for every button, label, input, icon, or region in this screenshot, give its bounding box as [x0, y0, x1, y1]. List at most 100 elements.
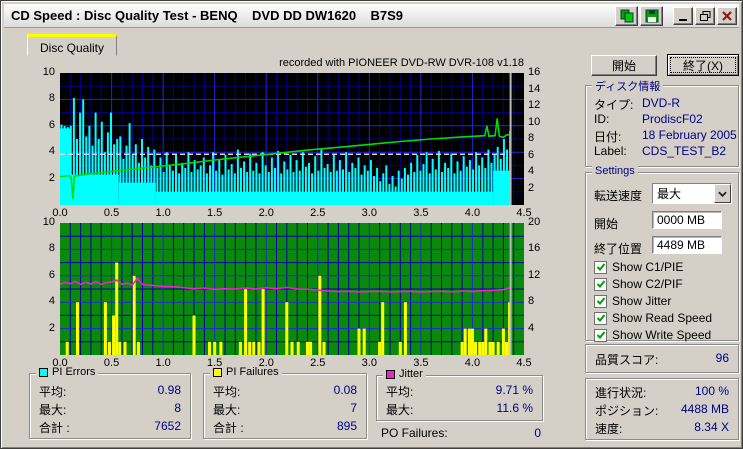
chart-recorded-with-label: recorded with PIONEER DVD-RW DVR-108 v1.… — [279, 57, 524, 69]
pi-failures-jitter-chart — [59, 223, 524, 355]
checkbox-checked-icon — [594, 294, 607, 308]
pi-errors-chart — [59, 73, 524, 205]
axis-tick-label: 6 — [48, 268, 55, 281]
copy-icon[interactable] — [615, 6, 638, 26]
restore-icon — [699, 11, 710, 21]
axis-tick-label: 2 — [48, 171, 55, 184]
save-icon[interactable] — [640, 6, 663, 26]
axis-tick-label: 10 — [42, 216, 55, 228]
axis-tick-label: 4.5 — [516, 357, 532, 369]
axis-tick-label: 1.0 — [155, 207, 171, 219]
close-icon — [722, 11, 732, 21]
start-position-field[interactable]: 0000 MB — [652, 211, 722, 229]
checkbox-show-read-speed[interactable]: Show Read Speed — [594, 311, 712, 325]
speed-row: 速度: 8.34 X — [595, 420, 729, 436]
axis-tick-label: 0.0 — [52, 357, 68, 369]
save-icon — [645, 9, 658, 23]
pi-failures-jitter-chart-svg — [59, 223, 524, 355]
checkbox-checked-icon — [594, 311, 607, 325]
axis-tick-label: 16 — [528, 242, 541, 255]
copy-icon — [620, 9, 633, 23]
axis-tick-label: 6 — [48, 118, 55, 131]
disc-label-label: Label: — [594, 144, 627, 158]
end-position-label: 終了位置 — [594, 242, 643, 256]
checkbox-show-c2-pif[interactable]: Show C2/PIF — [594, 277, 683, 291]
window-title: CD Speed : Disc Quality Test - BENQ DVD … — [11, 8, 404, 23]
axis-tick-label: 1.0 — [155, 357, 171, 369]
jitter-avg-row: 平均: 9.71 % — [386, 383, 533, 399]
exit-button[interactable]: 終了(X) — [667, 54, 739, 76]
start-button[interactable]: 開始 — [591, 55, 657, 76]
axis-tick-label: 2.5 — [310, 357, 326, 369]
checkbox-show-jitter[interactable]: Show Jitter — [594, 294, 671, 308]
disc-info-title: ディスク情報 — [592, 78, 664, 94]
checkbox-checked-icon — [594, 328, 607, 342]
minimize-icon — [679, 19, 687, 21]
axis-tick-label: 4.0 — [464, 207, 481, 219]
pi-errors-avg-row: 平均: 0.98 — [39, 383, 181, 399]
axis-tick-label: 8 — [528, 295, 535, 308]
maximize-button[interactable] — [695, 7, 715, 25]
pi-errors-max-row: 最大: 8 — [39, 401, 181, 417]
jitter-max-row: 最大: 11.6 % — [386, 401, 533, 417]
po-failures-row: PO Failures: 0 — [381, 426, 541, 440]
axis-tick-label: 3.0 — [361, 207, 377, 219]
axis-tick-label: 8 — [48, 242, 55, 255]
start-position-label: 開始 — [594, 217, 619, 231]
axis-tick-label: 10 — [528, 115, 541, 128]
title-bar: CD Speed : Disc Quality Test - BENQ DVD … — [4, 4, 739, 28]
pi-failures-avg-row: 平均: 0.08 — [213, 383, 357, 399]
pi-errors-total-row: 合計 :7652 — [39, 419, 181, 435]
axis-tick-label: 4 — [528, 165, 535, 177]
axis-tick-label: 6 — [528, 148, 535, 161]
pi-failures-statbox: PI Failures 平均: 0.08 最大: 7 合計 :895 — [203, 366, 367, 439]
disc-date-label: 日付: — [594, 130, 622, 144]
axis-tick-label: 2.0 — [258, 207, 274, 219]
axis-tick-label: 3.5 — [413, 357, 429, 369]
disc-label-value: CDS_TEST_B2 — [642, 144, 727, 158]
axis-tick-label: 4 — [48, 145, 55, 158]
axis-tick-label: 3.5 — [413, 207, 429, 219]
chevron-down-icon — [714, 184, 731, 203]
checkbox-show-c1-pie[interactable]: Show C1/PIE — [594, 260, 683, 274]
disc-info-group: ディスク情報 タイプ: DVD-R ID: ProdiscF02 日付: 18 … — [585, 78, 739, 167]
quality-score-label: 品質スコア: — [595, 353, 659, 367]
minimize-button[interactable] — [673, 7, 693, 25]
titlebar-buttons — [613, 6, 737, 26]
transfer-speed-select[interactable]: 最大 — [652, 183, 732, 204]
checkbox-checked-icon — [594, 277, 607, 291]
settings-title: Settings — [592, 165, 638, 177]
jitter-statbox: Jitter 平均: 9.71 % 最大: 11.6 % — [376, 368, 543, 421]
pi-errors-chart-svg — [59, 73, 524, 205]
axis-tick-label: 12 — [528, 268, 541, 281]
axis-tick-label: 8 — [528, 132, 535, 144]
settings-group: Settings 転送速度 最大 開始 0000 MB 終了位置 4489 MB… — [585, 165, 739, 342]
axis-tick-label: 3.0 — [361, 357, 377, 369]
axis-tick-label: 20 — [528, 216, 541, 228]
checkbox-checked-icon — [594, 260, 607, 274]
quality-score-box: 品質スコア: 96 — [585, 344, 739, 373]
pi-failures-total-row: 合計 :895 — [213, 419, 357, 435]
transfer-speed-value: 最大 — [657, 187, 682, 201]
axis-tick-label: 12 — [528, 99, 541, 111]
axis-tick-label: 4 — [528, 321, 535, 334]
disc-type-label: タイプ: — [594, 98, 634, 112]
jitter-title: Jitter — [399, 368, 423, 380]
axis-tick-label: 1.5 — [207, 207, 223, 219]
end-position-field[interactable]: 4489 MB — [652, 236, 722, 254]
axis-tick-label: 14 — [528, 82, 541, 95]
checkbox-show-write-speed[interactable]: Show Write Speed — [594, 328, 711, 342]
axis-tick-label: 2 — [528, 181, 535, 194]
axis-tick-label: 2.0 — [258, 357, 274, 369]
axis-tick-label: 8 — [48, 92, 55, 105]
axis-tick-label: 10 — [42, 66, 55, 78]
transfer-speed-label: 転送速度 — [594, 189, 643, 203]
tab-disc-quality[interactable]: Disc Quality — [27, 34, 118, 56]
po-failures-label: PO Failures: — [381, 426, 448, 440]
axis-tick-label: 0.5 — [103, 357, 120, 369]
disc-type-value: DVD-R — [642, 96, 680, 110]
close-button[interactable] — [717, 7, 737, 25]
axis-tick-label: 2 — [48, 321, 55, 334]
quality-score-value: 96 — [715, 351, 729, 365]
axis-tick-label: 4.0 — [464, 357, 481, 369]
